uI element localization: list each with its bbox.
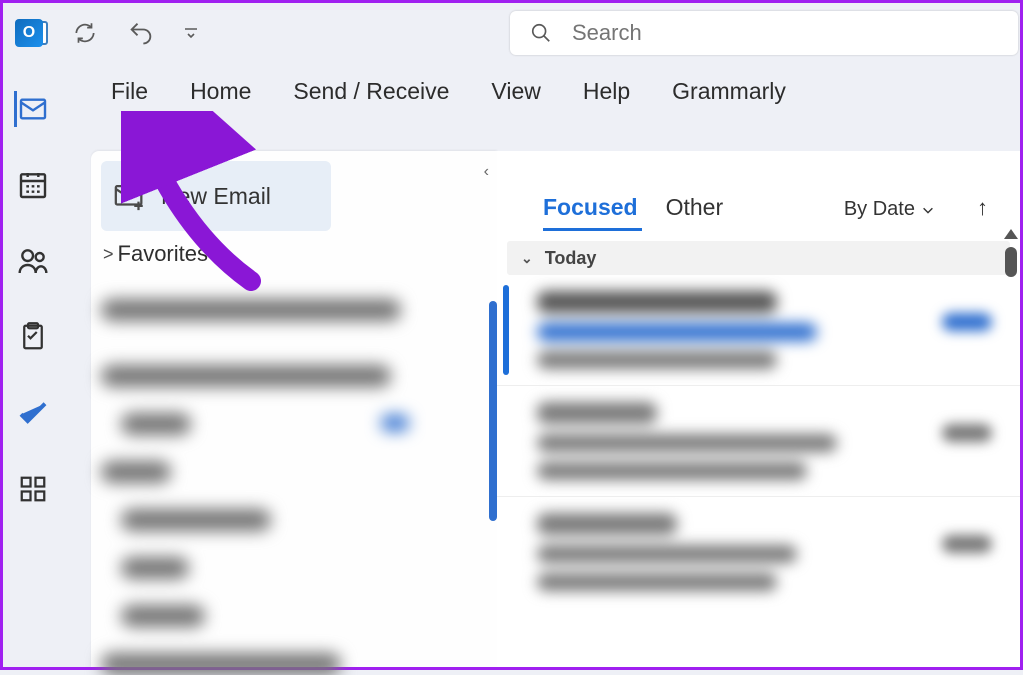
nav-calendar-icon[interactable] [15,167,51,203]
tab-other[interactable]: Other [666,194,724,221]
qat-customize-icon[interactable] [177,19,205,47]
email-time [942,535,992,553]
folder-pane: ‹ New Email > Favorites [91,151,497,667]
scrollbar-thumb[interactable] [1005,247,1017,277]
search-box[interactable] [510,11,1018,55]
new-email-label: New Email [161,183,271,210]
email-time [942,424,992,442]
list-item[interactable] [101,365,391,387]
chevron-right-icon: > [103,244,114,265]
new-email-button[interactable]: New Email [101,161,331,231]
favorites-header[interactable]: > Favorites [101,241,487,267]
sort-by-label: By Date [844,198,915,221]
list-item[interactable] [101,653,341,675]
group-today-label: Today [545,248,597,269]
left-nav-rail [3,63,63,667]
new-email-icon [113,179,147,213]
favorites-label: Favorites [118,241,208,267]
message-list-pane: Focused Other By Date ↑ ⌄ Today [497,151,1020,667]
list-item[interactable] [121,413,191,435]
message-list-header: Focused Other By Date ↑ [497,151,1020,221]
nav-tasks-icon[interactable] [15,319,51,355]
tab-help[interactable]: Help [583,78,630,105]
chevron-down-icon [921,203,935,217]
logo-letter: O [23,24,35,42]
undo-icon[interactable] [127,19,155,47]
quick-access-toolbar: O [3,3,1020,63]
group-header-today[interactable]: ⌄ Today [507,241,1010,275]
main-content: ‹ New Email > Favorites Focused Other [91,151,1020,667]
sort-direction-arrow-icon[interactable]: ↑ [977,195,988,221]
tab-view[interactable]: View [491,78,540,105]
tab-home[interactable]: Home [190,78,251,105]
nav-todo-icon[interactable] [15,395,51,431]
ribbon-tabs: File Home Send / Receive View Help Gramm… [3,63,1020,119]
email-time [942,313,992,331]
sort-by-dropdown[interactable]: By Date [844,198,935,221]
list-item[interactable] [121,557,189,579]
tab-file[interactable]: File [111,78,148,105]
unread-indicator [503,285,509,375]
email-item[interactable] [497,385,1020,496]
email-item[interactable] [497,496,1020,607]
scroll-up-arrow-icon[interactable] [1004,229,1018,239]
tab-send-receive[interactable]: Send / Receive [293,78,449,105]
list-item[interactable] [101,461,171,483]
collapse-folder-pane-icon[interactable]: ‹ [484,163,489,181]
folder-tree-blurred [101,299,487,675]
email-item[interactable] [497,275,1020,385]
outlook-logo: O [15,19,43,47]
list-item[interactable] [101,299,401,321]
nav-mail-icon[interactable] [14,91,50,127]
folder-scrollbar-thumb[interactable] [489,301,497,521]
chevron-down-icon: ⌄ [521,250,533,267]
search-input[interactable] [572,20,998,46]
tab-grammarly[interactable]: Grammarly [672,78,786,105]
list-item[interactable] [121,605,205,627]
nav-apps-icon[interactable] [15,471,51,507]
search-icon [530,22,552,44]
refresh-icon[interactable] [71,19,99,47]
message-scrollbar[interactable] [1004,229,1018,277]
tab-focused[interactable]: Focused [543,194,638,221]
list-item[interactable] [121,509,271,531]
nav-people-icon[interactable] [15,243,51,279]
